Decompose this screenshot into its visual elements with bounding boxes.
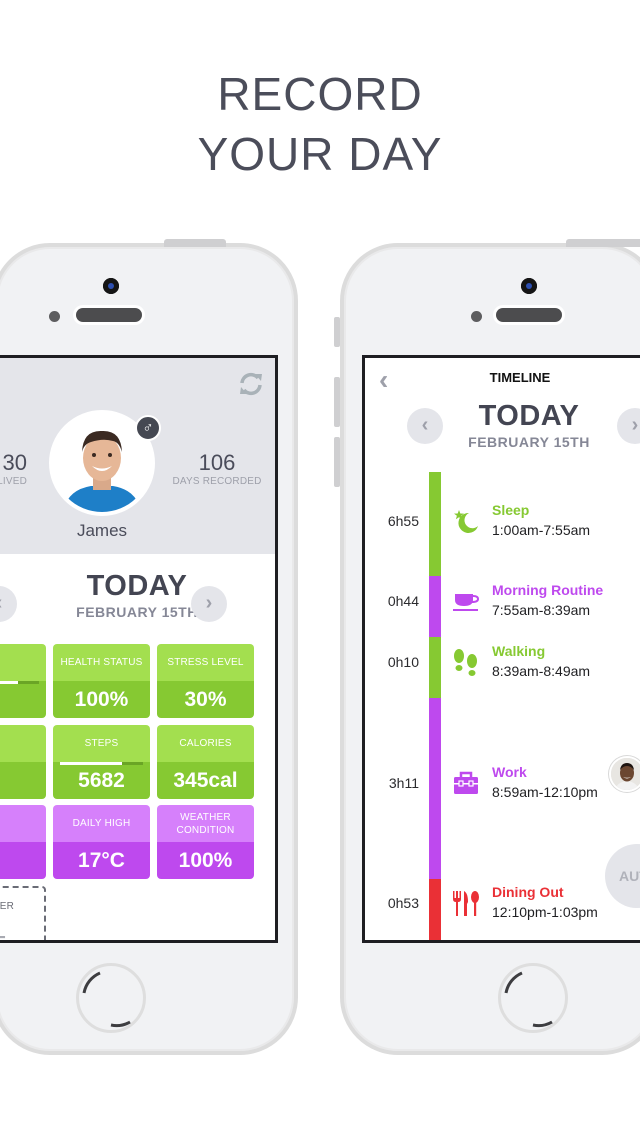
metric-label: STRESS LEVEL: [157, 644, 254, 681]
home-button[interactable]: [76, 963, 146, 1033]
front-camera: [521, 278, 537, 294]
footprints-icon: [451, 647, 481, 677]
timeline-segment[interactable]: [429, 879, 441, 940]
metric-tile[interactable]: N PHASE8%: [0, 805, 46, 879]
metric-label: N PHASE: [0, 805, 46, 842]
event-name[interactable]: Work: [492, 764, 527, 780]
metric-value: 100%: [74, 687, 129, 711]
progress-bar: [0, 681, 39, 684]
metric-label: CALORIES: [157, 725, 254, 762]
power-button: [566, 239, 640, 247]
metric-label: ASSES OF ATER: [0, 644, 46, 681]
metric-label: HEALTH STATUS: [53, 644, 150, 681]
event-time: 12:10pm-1:03pm: [492, 904, 598, 920]
event-duration: 3h11: [388, 775, 419, 791]
add-metric-label: THER: [0, 901, 14, 912]
metric-value: 100%: [178, 848, 233, 872]
briefcase-icon: [451, 768, 481, 798]
metric-label: WEATHER CONDITION: [157, 805, 254, 842]
cutlery-icon: [451, 888, 481, 918]
metric-label: EIGHT: [0, 725, 46, 762]
timeline-segment[interactable]: [429, 472, 441, 576]
proximity-sensor: [471, 311, 482, 322]
front-camera: [103, 278, 119, 294]
event-time: 1:00am-7:55am: [492, 522, 591, 538]
mute-switch: [334, 317, 340, 347]
friend-avatar[interactable]: [609, 756, 640, 792]
metric-tile[interactable]: STRESS LEVEL 30%: [157, 644, 254, 718]
progress-fill: [60, 762, 123, 765]
metric-tile[interactable]: HEALTH STATUS 100%: [53, 644, 150, 718]
date-subtitle: FEBRUARY 15TH: [76, 604, 198, 620]
event-name[interactable]: Sleep: [492, 502, 529, 518]
home-button[interactable]: [498, 963, 568, 1033]
earpiece-speaker: [76, 308, 142, 322]
progress-bar: [60, 762, 143, 765]
profile-name: James: [76, 521, 128, 540]
add-metric-tile[interactable]: THER +: [0, 886, 46, 941]
refresh-icon[interactable]: [237, 370, 265, 398]
auto-button[interactable]: AUT: [605, 844, 640, 908]
metric-tile[interactable]: DAILY HIGH 17°C: [53, 805, 150, 879]
today-title: TODAY: [478, 400, 580, 432]
volume-up-button: [334, 377, 340, 427]
metric-value: 345cal: [173, 768, 238, 792]
days-recorded-stat: 106 DAYS RECORDED: [161, 450, 273, 487]
metric-value: 5682: [78, 768, 125, 792]
coffee-cup-icon: [451, 586, 481, 616]
event-time: 7:55am-8:39am: [492, 602, 591, 618]
today-title: TODAY: [86, 570, 188, 602]
phone-left: 30 LIVED ♂ James 106 DAYS RECORDED TODAY…: [0, 239, 298, 1055]
days-recorded-label: DAYS RECORDED: [172, 476, 262, 487]
dashboard-screen: 30 LIVED ♂ James 106 DAYS RECORDED TODAY…: [0, 355, 278, 943]
headline-line-1: RECORD: [217, 68, 423, 120]
metric-tile[interactable]: ASSES OF ATER7: [0, 644, 46, 718]
male-icon: ♂: [135, 415, 161, 441]
earpiece-speaker: [496, 308, 562, 322]
event-name[interactable]: Morning Routine: [492, 582, 603, 598]
metric-tile[interactable]: CALORIES 345cal: [157, 725, 254, 799]
date-header: TODAY FEBRUARY 15TH: [0, 570, 275, 620]
event-name[interactable]: Dining Out: [492, 884, 564, 900]
metric-label: STEPS: [53, 725, 150, 762]
metric-value: 30%: [184, 687, 227, 711]
headline: RECORD YOUR DAY: [0, 64, 640, 184]
event-time: 8:39am-8:49am: [492, 663, 591, 679]
days-lived-stat: 30 LIVED: [0, 450, 27, 487]
next-day-button[interactable]: ›: [191, 586, 227, 622]
event-time: 8:59am-12:10pm: [492, 784, 598, 800]
moon-star-icon: [451, 506, 481, 536]
metric-tile[interactable]: EIGHT3.5lb: [0, 725, 46, 799]
days-lived-value: 30: [2, 450, 27, 475]
metric-tile[interactable]: STEPS 5682: [53, 725, 150, 799]
progress-fill: [0, 681, 19, 684]
metric-tile[interactable]: WEATHER CONDITION 100%: [157, 805, 254, 879]
event-duration: 0h44: [387, 593, 419, 609]
plus-icon: +: [0, 923, 44, 941]
metric-value: 17°C: [78, 848, 125, 872]
phone-right: ‹ TIMELINE ‹ TODAY FEBRUARY 15TH › 6h55 S…: [334, 239, 640, 1055]
volume-down-button: [334, 437, 340, 487]
date-subtitle: FEBRUARY 15TH: [468, 434, 590, 450]
timeline-screen: ‹ TIMELINE ‹ TODAY FEBRUARY 15TH › 6h55 S…: [362, 355, 640, 943]
headline-line-2: YOUR DAY: [197, 128, 443, 180]
timeline-segment[interactable]: [429, 637, 441, 698]
days-lived-label: LIVED: [0, 476, 27, 487]
profile-header: 30 LIVED ♂ James 106 DAYS RECORDED: [0, 358, 275, 554]
timeline-segment[interactable]: [429, 576, 441, 637]
event-name[interactable]: Walking: [492, 643, 545, 659]
date-header: TODAY FEBRUARY 15TH: [399, 400, 640, 450]
timeline-segment[interactable]: [429, 698, 441, 879]
power-button: [164, 239, 226, 247]
metric-label: DAILY HIGH: [53, 805, 150, 842]
days-recorded-value: 106: [198, 450, 236, 475]
event-duration: 6h55: [387, 513, 419, 529]
event-duration: 0h10: [387, 654, 419, 670]
event-duration: 0h53: [387, 895, 419, 911]
screen-title: TIMELINE: [489, 370, 551, 385]
proximity-sensor: [49, 311, 60, 322]
